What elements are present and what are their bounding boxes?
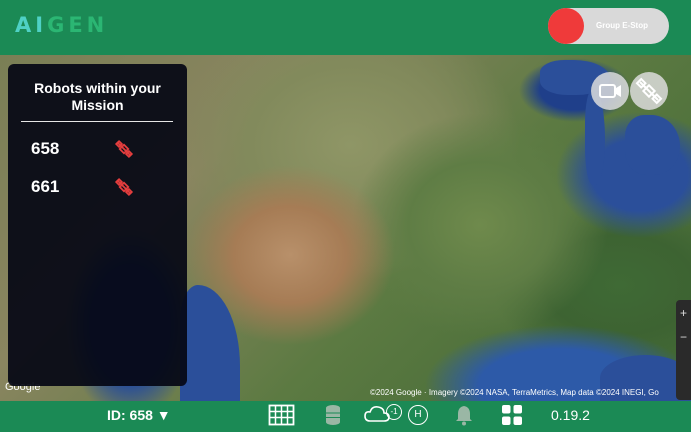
cloud-badge: -1 — [386, 404, 402, 420]
estop-label: Group E-Stop — [596, 21, 648, 30]
estop-knob[interactable] — [548, 8, 584, 44]
group-estop-toggle[interactable]: Group E-Stop — [548, 8, 669, 44]
robot-id-dropdown[interactable]: ID: 658 ▼ — [107, 407, 171, 423]
panel-divider — [21, 121, 173, 122]
robot-list-item[interactable]: 658 — [31, 137, 151, 161]
database-icon[interactable] — [325, 404, 341, 426]
camera-icon — [599, 84, 621, 98]
bell-icon[interactable] — [455, 404, 473, 426]
grid-field-icon[interactable] — [268, 404, 295, 426]
zoom-out-button[interactable]: − — [680, 330, 687, 344]
aigen-logo: AIGEN — [15, 13, 109, 37]
camera-button[interactable] — [591, 72, 629, 110]
apps-grid-icon[interactable] — [501, 404, 523, 426]
satellite-toggle-button[interactable] — [630, 72, 668, 110]
h-badge[interactable]: H — [408, 405, 428, 425]
zoom-in-button[interactable]: + — [680, 306, 687, 320]
satellite-off-icon — [114, 139, 134, 159]
satellite-off-icon — [114, 177, 134, 197]
top-bar: AIGEN Group E-Stop — [0, 0, 691, 55]
app-version: 0.19.2 — [551, 407, 590, 423]
robots-panel: Robots within your Mission — [8, 64, 187, 386]
robot-id: 658 — [31, 139, 60, 158]
satellite-icon — [635, 77, 663, 105]
map-zoom-control[interactable]: + − — [676, 300, 691, 400]
lake-huron — [625, 115, 680, 175]
map-attribution: ©2024 Google · Imagery ©2024 NASA, Terra… — [370, 388, 659, 397]
pacific-ocean — [180, 285, 240, 401]
robot-id: 661 — [31, 177, 60, 196]
cloud-status[interactable]: -1 — [364, 404, 404, 428]
robot-list-item[interactable]: 661 — [31, 175, 151, 199]
panel-title: Robots within your Mission — [34, 80, 161, 113]
